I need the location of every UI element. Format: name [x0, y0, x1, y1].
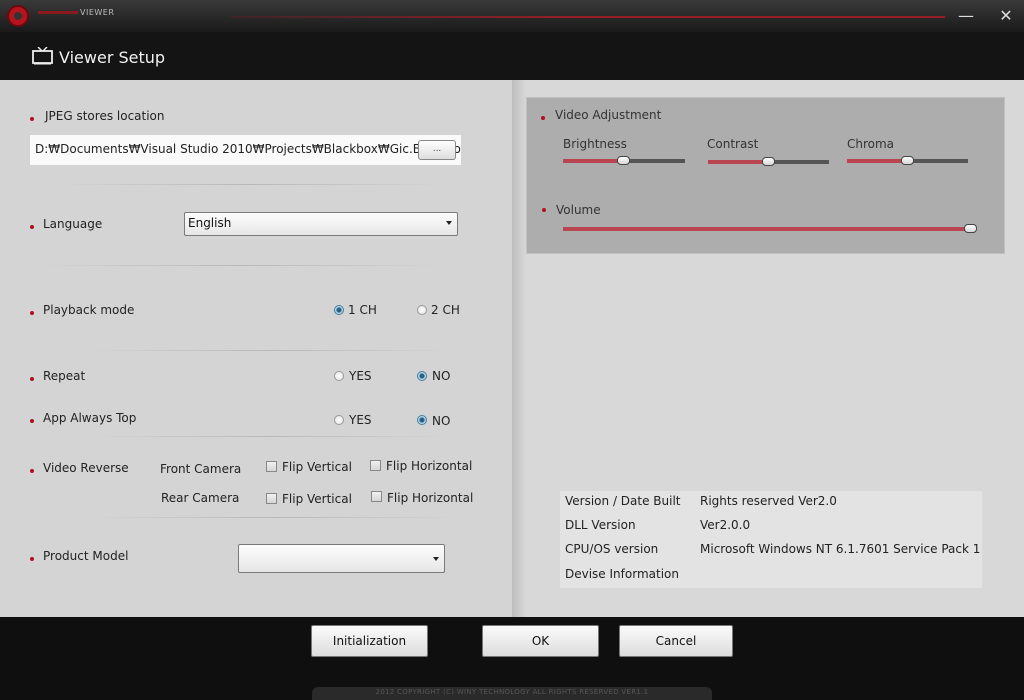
divider: [90, 517, 460, 518]
browse-button[interactable]: ...: [418, 140, 456, 160]
bullet-icon: [30, 419, 34, 423]
ok-button[interactable]: OK: [482, 625, 599, 657]
video-reverse-label: Video Reverse: [43, 461, 129, 475]
chevron-down-icon: [433, 557, 439, 561]
always-top-no-radio[interactable]: [417, 415, 427, 425]
tv-icon: [32, 47, 53, 65]
always-top-yes-radio[interactable]: [334, 415, 344, 425]
info-key: CPU/OS version: [565, 542, 659, 556]
contrast-slider-fill: [708, 160, 769, 164]
chroma-slider-fill: [847, 159, 908, 163]
title-bar: VIEWER — ✕: [0, 0, 1024, 32]
volume-slider[interactable]: [563, 224, 977, 233]
info-value: Microsoft Windows NT 6.1.7601 Service Pa…: [700, 542, 981, 556]
volume-label: Volume: [556, 203, 601, 217]
language-selected: English: [188, 216, 232, 230]
bullet-icon: [30, 377, 34, 381]
info-key: Version / Date Built: [565, 494, 681, 508]
jpeg-location-label: JPEG stores location: [45, 109, 165, 123]
minimize-button[interactable]: —: [955, 6, 977, 26]
front-camera-label: Front Camera: [160, 462, 242, 476]
product-model-select[interactable]: [238, 544, 445, 573]
chevron-down-icon: [446, 221, 452, 225]
playback-1ch-radio[interactable]: [334, 305, 344, 315]
app-name: VIEWER: [80, 8, 115, 17]
front-flip-horizontal-label[interactable]: Flip Horizontal: [386, 459, 472, 473]
language-label: Language: [43, 217, 103, 231]
rear-camera-label: Rear Camera: [161, 491, 240, 505]
rear-flip-vertical-checkbox[interactable]: [266, 493, 277, 504]
bullet-icon: [30, 557, 34, 561]
repeat-label: Repeat: [43, 369, 86, 383]
bullet-icon: [30, 311, 34, 315]
playback-2ch-radio[interactable]: [417, 305, 427, 315]
app-always-top-label: App Always Top: [43, 411, 137, 425]
rear-flip-horizontal-label[interactable]: Flip Horizontal: [387, 491, 473, 505]
volume-slider-fill: [563, 227, 974, 231]
rear-flip-vertical-label[interactable]: Flip Vertical: [282, 492, 352, 506]
copyright-bar: 2012 COPYRIGHT (C) WINY TECHNOLOGY ALL R…: [312, 687, 712, 700]
divider: [90, 436, 450, 437]
copyright-text: 2012 COPYRIGHT (C) WINY TECHNOLOGY ALL R…: [375, 688, 649, 696]
page-title: Viewer Setup: [59, 48, 166, 67]
chroma-label: Chroma: [847, 137, 895, 151]
bullet-icon: [30, 117, 34, 121]
chroma-slider-thumb[interactable]: [901, 156, 914, 165]
jpeg-path-value: D:₩Documents₩Visual Studio 2010₩Projects…: [35, 142, 461, 156]
divider: [60, 184, 440, 185]
app-logo-icon: [7, 5, 29, 27]
info-key: DLL Version: [565, 518, 636, 532]
front-flip-vertical-label[interactable]: Flip Vertical: [282, 460, 352, 474]
brightness-label: Brightness: [563, 137, 627, 151]
video-adjustment-label: Video Adjustment: [555, 108, 662, 122]
bullet-icon: [542, 208, 546, 212]
contrast-label: Contrast: [707, 137, 759, 151]
info-value: Rights reserved Ver2.0: [700, 494, 837, 508]
jpeg-path-field[interactable]: D:₩Documents₩Visual Studio 2010₩Projects…: [30, 135, 461, 165]
playback-1ch-label[interactable]: 1 CH: [348, 303, 377, 317]
initialization-button[interactable]: Initialization: [311, 625, 428, 657]
chroma-slider[interactable]: [847, 156, 968, 165]
language-select[interactable]: English: [184, 212, 458, 236]
brightness-slider[interactable]: [563, 156, 685, 165]
always-top-no-label[interactable]: NO: [432, 414, 450, 428]
divider: [40, 265, 440, 266]
playback-mode-label: Playback mode: [43, 303, 135, 317]
title-decoration: [230, 16, 945, 18]
rear-flip-horizontal-checkbox[interactable]: [371, 491, 382, 502]
repeat-yes-label[interactable]: YES: [349, 369, 372, 383]
divider: [90, 350, 450, 351]
close-button[interactable]: ✕: [995, 6, 1017, 26]
version-info-box: Version / Date Built Rights reserved Ver…: [560, 491, 982, 588]
cancel-button[interactable]: Cancel: [619, 625, 733, 657]
bullet-icon: [30, 469, 34, 473]
contrast-slider[interactable]: [708, 157, 829, 166]
always-top-yes-label[interactable]: YES: [349, 413, 372, 427]
info-key: Devise Information: [565, 567, 679, 581]
contrast-slider-thumb[interactable]: [762, 157, 775, 166]
brand-logo: [38, 11, 78, 14]
product-model-label: Product Model: [43, 549, 129, 563]
bullet-icon: [30, 225, 34, 229]
front-flip-horizontal-checkbox[interactable]: [370, 460, 381, 471]
repeat-no-radio[interactable]: [417, 371, 427, 381]
brightness-slider-thumb[interactable]: [617, 156, 630, 165]
repeat-no-label[interactable]: NO: [432, 369, 450, 383]
volume-slider-thumb[interactable]: [964, 224, 977, 233]
header: Viewer Setup: [0, 32, 1024, 80]
repeat-yes-radio[interactable]: [334, 371, 344, 381]
front-flip-vertical-checkbox[interactable]: [266, 461, 277, 472]
playback-2ch-label[interactable]: 2 CH: [431, 303, 460, 317]
bullet-icon: [541, 116, 545, 120]
info-value: Ver2.0.0: [700, 518, 751, 532]
brightness-slider-fill: [563, 159, 624, 163]
video-adjustment-panel: Video Adjustment Brightness Contrast Chr…: [526, 97, 1005, 254]
